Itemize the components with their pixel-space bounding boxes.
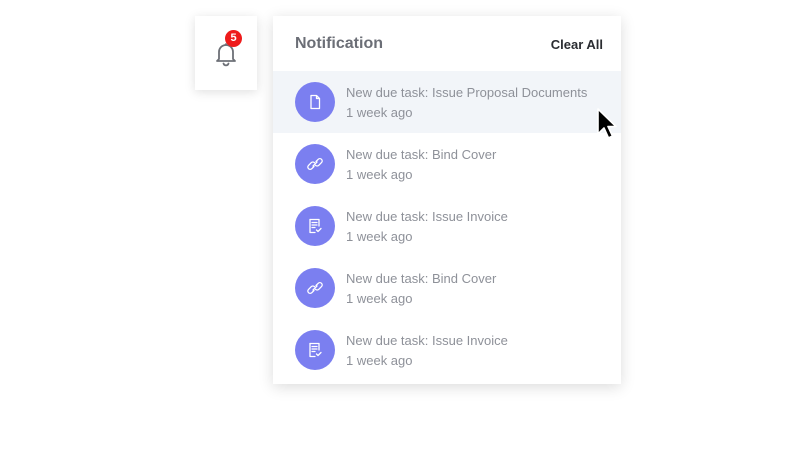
- notification-item[interactable]: New due task: Issue Proposal Documents 1…: [273, 71, 621, 133]
- notification-avatar: [295, 268, 335, 308]
- invoice-icon: [309, 342, 322, 358]
- clear-all-button[interactable]: Clear All: [551, 37, 603, 52]
- notification-item[interactable]: New due task: Issue Invoice 1 week ago: [273, 195, 621, 257]
- panel-header: Notification Clear All: [273, 16, 621, 71]
- notification-avatar: [295, 330, 335, 370]
- link-icon: [307, 158, 323, 170]
- panel-title: Notification: [295, 35, 383, 52]
- notification-time: 1 week ago: [346, 105, 413, 120]
- notification-item[interactable]: New due task: Issue Invoice 1 week ago: [273, 319, 621, 381]
- stage: 5 Notification Clear All New due task: I…: [0, 0, 800, 450]
- notification-title: New due task: Issue Invoice: [346, 209, 508, 224]
- notification-panel: Notification Clear All New due task: Iss…: [273, 16, 621, 384]
- notification-item[interactable]: New due task: Bind Cover 1 week ago: [273, 133, 621, 195]
- notification-title: New due task: Bind Cover: [346, 147, 497, 162]
- notification-avatar: [295, 206, 335, 246]
- notification-title: New due task: Issue Proposal Documents: [346, 85, 588, 100]
- notification-avatar: [295, 144, 335, 184]
- notification-time: 1 week ago: [346, 229, 413, 244]
- notification-count-badge: 5: [225, 30, 242, 47]
- notification-title: New due task: Bind Cover: [346, 271, 497, 286]
- notification-avatar: [295, 82, 335, 122]
- notification-time: 1 week ago: [346, 291, 413, 306]
- notification-list: New due task: Issue Proposal Documents 1…: [273, 71, 621, 381]
- link-icon: [307, 282, 323, 294]
- document-icon: [310, 94, 321, 110]
- notification-time: 1 week ago: [346, 353, 413, 368]
- notification-time: 1 week ago: [346, 167, 413, 182]
- notification-bell-button[interactable]: 5: [195, 16, 257, 90]
- mouse-cursor-icon: [597, 108, 617, 139]
- invoice-icon: [309, 218, 322, 234]
- notification-title: New due task: Issue Invoice: [346, 333, 508, 348]
- notification-item[interactable]: New due task: Bind Cover 1 week ago: [273, 257, 621, 319]
